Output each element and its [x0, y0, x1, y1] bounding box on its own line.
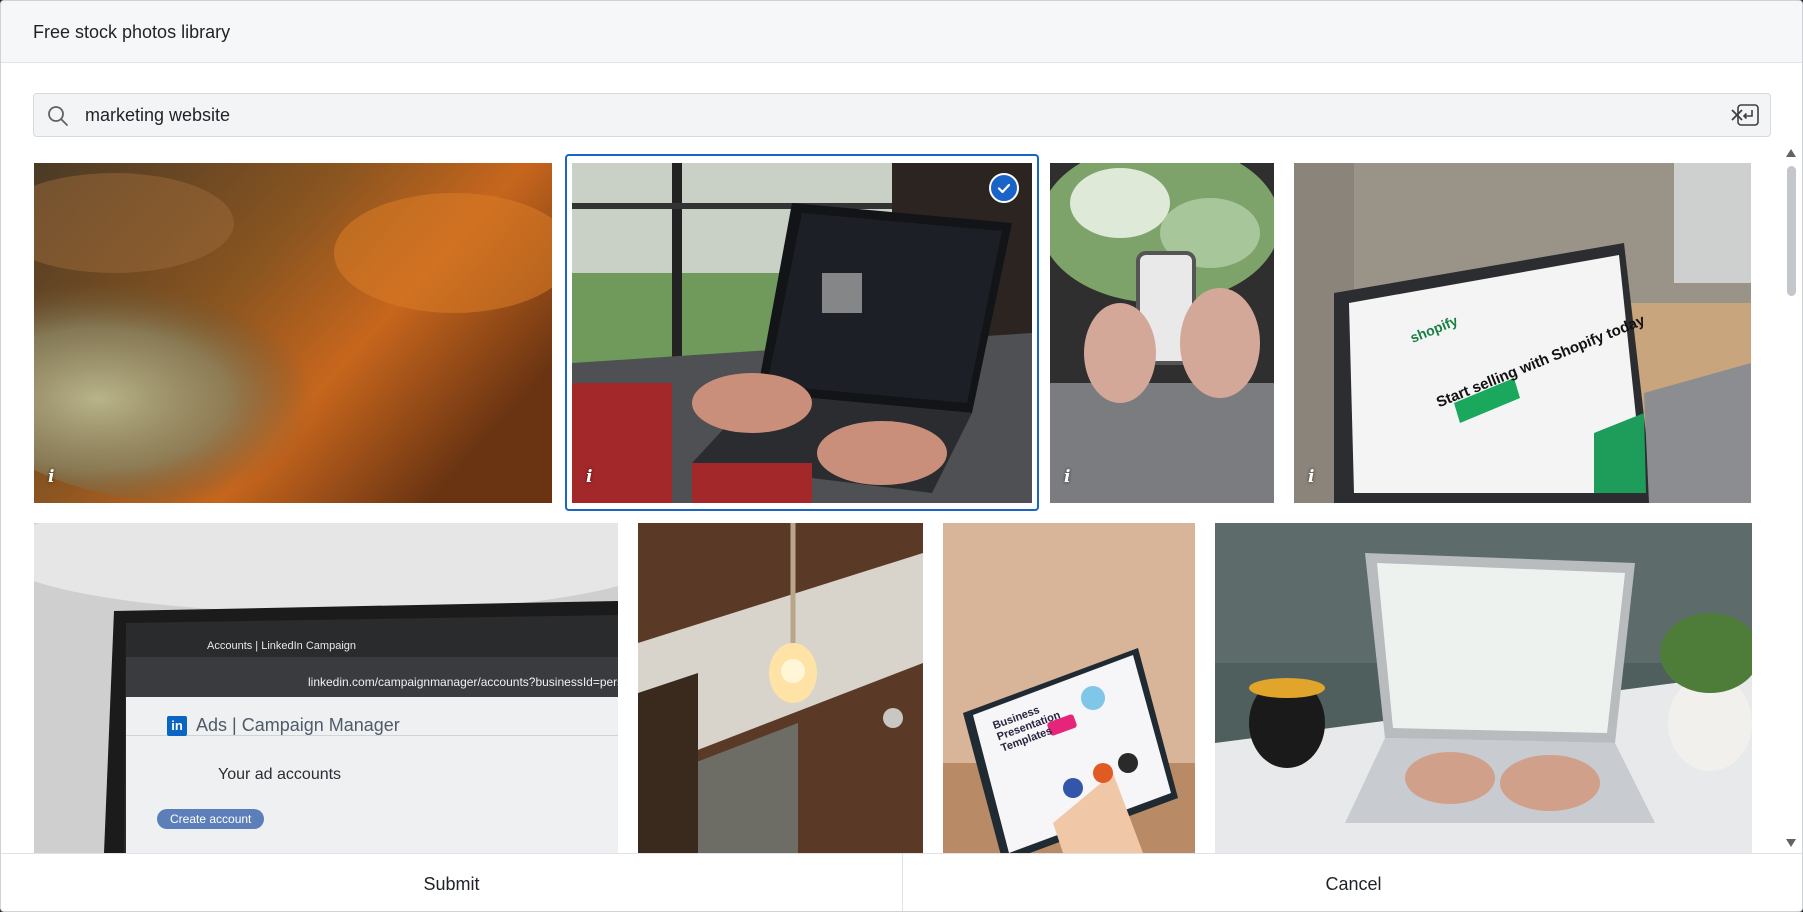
info-icon[interactable]: i — [48, 467, 54, 487]
linkedin-tab-text: Accounts | LinkedIn Campaign — [207, 640, 356, 652]
search-icon — [48, 106, 68, 126]
photo-lichen-rock-image — [34, 163, 552, 503]
dialog-footer: Submit Cancel — [1, 853, 1802, 911]
info-icon[interactable]: i — [1308, 467, 1314, 487]
photo-tablet-image — [943, 523, 1195, 853]
linkedin-logo-text: in — [167, 716, 187, 736]
linkedin-product-text: Ads | Campaign Manager — [196, 715, 400, 735]
photo-tile[interactable]: Accounts | LinkedIn Campaign linkedin.co… — [34, 523, 618, 853]
photo-tile[interactable] — [1215, 523, 1752, 853]
dialog-title: Free stock photos library — [33, 22, 231, 42]
photo-shopify-laptop-image — [1294, 163, 1751, 503]
submit-button[interactable]: Submit — [1, 854, 902, 911]
scroll-up-icon[interactable] — [1785, 148, 1797, 158]
search-input[interactable] — [85, 100, 1685, 130]
scrollbar-thumb[interactable] — [1787, 166, 1796, 296]
photo-tile[interactable]: i — [1050, 163, 1274, 503]
photo-tile[interactable]: i — [34, 163, 552, 503]
scroll-down-icon[interactable] — [1785, 838, 1797, 848]
linkedin-button-text: Create account — [157, 809, 265, 829]
photo-tile[interactable] — [638, 523, 923, 853]
photo-tile[interactable]: shopify Start selling with Shopify today… — [1294, 163, 1751, 503]
photo-tile-selected[interactable]: i — [572, 163, 1032, 503]
selected-check-icon — [989, 173, 1019, 203]
stock-photos-dialog: Free stock photos library marketing webs… — [0, 0, 1803, 912]
photo-gallery: i i i shopify Start selling with Shopify… — [1, 153, 1783, 853]
linkedin-url-text: linkedin.com/campaignmanager/accounts?bu… — [308, 675, 618, 689]
photo-tile[interactable]: Business Presentation Templates — [943, 523, 1195, 853]
submit-search-icon[interactable] — [1736, 103, 1760, 127]
search-bar — [33, 93, 1771, 137]
linkedin-heading-text: Your ad accounts — [218, 766, 342, 783]
photo-lightbulb-image — [638, 523, 923, 853]
photo-laptop-coffee-image — [1215, 523, 1752, 853]
cancel-button[interactable]: Cancel — [903, 854, 1802, 911]
photo-laptop-typing-dark-image — [572, 163, 1032, 503]
info-icon[interactable]: i — [586, 467, 592, 487]
photo-phone-flowers-image — [1050, 163, 1274, 503]
info-icon[interactable]: i — [1064, 467, 1070, 487]
dialog-header: Free stock photos library — [1, 1, 1802, 63]
